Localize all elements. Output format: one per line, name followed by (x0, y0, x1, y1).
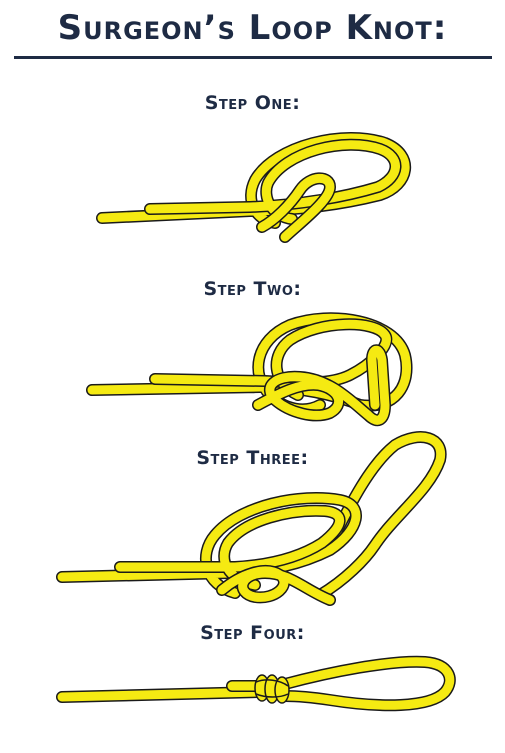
step-one-label: Step One: (204, 92, 301, 114)
title-underline (14, 56, 492, 59)
step-four-diagram (56, 655, 456, 712)
step-three-diagram (56, 431, 447, 606)
step-two-rope (86, 312, 413, 427)
step-four-knot (254, 674, 290, 704)
step-four-label: Step Four: (200, 622, 305, 644)
step-one-rope (96, 131, 411, 243)
step-one-diagram (96, 131, 411, 243)
step-three-rope (56, 431, 447, 606)
page-title: Surgeon’s Loop Knot: (57, 8, 448, 48)
step-two-diagram (86, 312, 413, 427)
step-four-rope (56, 655, 456, 712)
step-two-label: Step Two: (203, 278, 302, 300)
